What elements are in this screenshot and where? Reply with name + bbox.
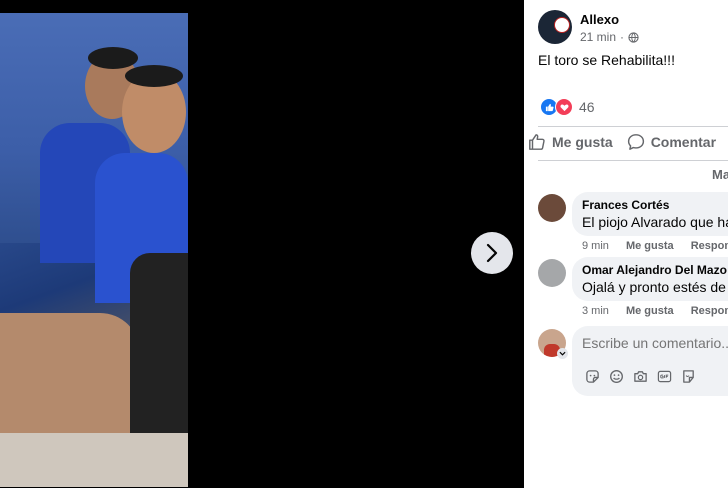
reaction-count: 46 bbox=[579, 99, 595, 115]
profile-switch-chevron-icon[interactable] bbox=[557, 348, 568, 359]
comment-meta: 9 min Me gusta Respond bbox=[582, 240, 728, 252]
post-side-panel: Allexo 21 min · El toro se Rehabilita!!!… bbox=[524, 0, 728, 488]
composer-toolbar bbox=[584, 368, 696, 384]
post-meta: 21 min · bbox=[580, 30, 639, 44]
comment-reply-link[interactable]: Respond bbox=[691, 240, 728, 252]
post-header bbox=[538, 10, 572, 44]
author-avatar[interactable] bbox=[538, 10, 572, 44]
emoji-icon[interactable] bbox=[608, 368, 624, 384]
comment-like-link[interactable]: Me gusta bbox=[626, 240, 674, 252]
commenter-avatar[interactable] bbox=[538, 194, 566, 222]
comment-button[interactable]: Comentar bbox=[627, 133, 716, 151]
comment-meta: 3 min Me gusta Respond bbox=[582, 305, 728, 317]
comment-button-label: Comentar bbox=[650, 134, 717, 150]
photo-floor bbox=[0, 433, 188, 487]
post-photo[interactable] bbox=[0, 13, 188, 487]
photo-viewer bbox=[0, 0, 524, 488]
author-name[interactable]: Allexo bbox=[580, 12, 619, 27]
post-actions: Me gusta Comentar bbox=[528, 133, 728, 151]
comment-reply-link[interactable]: Respond bbox=[691, 305, 728, 317]
comment-time[interactable]: 9 min bbox=[582, 240, 609, 252]
love-icon bbox=[555, 98, 573, 116]
next-photo-button[interactable] bbox=[471, 232, 513, 274]
comment-icon bbox=[627, 134, 644, 150]
post-text: El toro se Rehabilita!!! bbox=[538, 52, 675, 68]
meta-separator: · bbox=[620, 30, 625, 44]
globe-icon bbox=[628, 31, 639, 43]
photo-player-hair-1 bbox=[88, 47, 138, 69]
comment-text: El piojo Alvarado que hac bbox=[582, 214, 728, 230]
commenter-avatar[interactable] bbox=[538, 259, 566, 287]
post-time[interactable]: 21 min bbox=[580, 30, 616, 44]
sticker-alt-icon[interactable] bbox=[680, 368, 696, 384]
thumbs-up-icon bbox=[529, 134, 545, 150]
divider-bottom bbox=[538, 160, 728, 161]
comment-composer bbox=[572, 326, 728, 396]
photo-foreground-person bbox=[130, 253, 188, 453]
comment-text: Ojalá y pronto estés de n bbox=[582, 279, 728, 295]
photo-player-hair-2 bbox=[125, 65, 183, 87]
commenter-name[interactable]: Frances Cortés bbox=[582, 198, 669, 212]
photo-legs bbox=[0, 313, 140, 433]
divider-top bbox=[538, 126, 728, 127]
comment-input[interactable] bbox=[582, 333, 728, 353]
sticker-icon[interactable] bbox=[584, 368, 600, 384]
commenter-name[interactable]: Omar Alejandro Del Mazo N bbox=[582, 263, 728, 277]
club-logo-icon bbox=[554, 17, 570, 33]
comment-time[interactable]: 3 min bbox=[582, 305, 609, 317]
reaction-summary[interactable]: 46 bbox=[540, 98, 595, 116]
comment-sort-dropdown[interactable]: Ma bbox=[712, 167, 728, 182]
camera-icon[interactable] bbox=[632, 368, 648, 384]
comment-like-link[interactable]: Me gusta bbox=[626, 305, 674, 317]
like-button[interactable]: Me gusta bbox=[528, 133, 613, 151]
chevron-right-icon bbox=[486, 243, 498, 263]
like-button-label: Me gusta bbox=[552, 134, 613, 150]
gif-icon[interactable] bbox=[656, 368, 672, 384]
